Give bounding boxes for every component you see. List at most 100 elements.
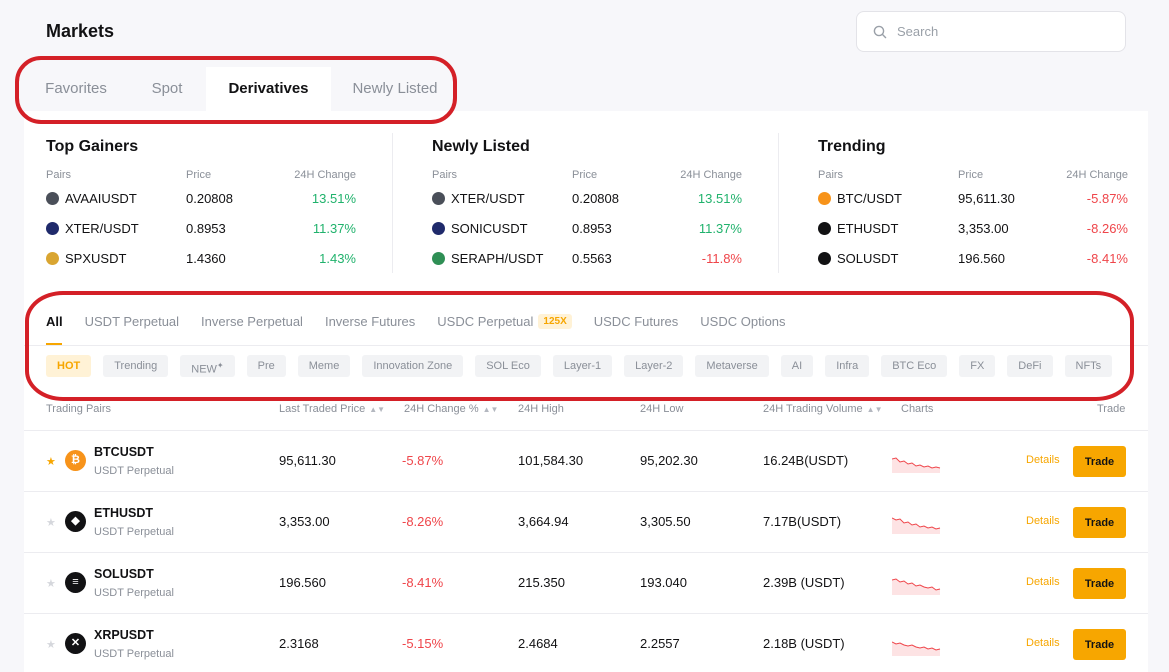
star-icon[interactable]: ★ — [46, 455, 56, 468]
list-item[interactable]: SONICUSDT 0.8953 11.37% — [432, 221, 742, 241]
chip-sol-eco[interactable]: SOL Eco — [475, 355, 541, 377]
sol-coin-icon — [818, 252, 831, 265]
change-value: 11.37% — [698, 221, 742, 236]
details-link[interactable]: Details — [1026, 515, 1060, 527]
seraph-coin-icon — [432, 252, 445, 265]
list-item[interactable]: AVAAIUSDT 0.20808 13.51% — [46, 191, 356, 211]
sort-icon: ▲▼ — [369, 405, 386, 414]
pair-name: XTER/USDT — [65, 221, 139, 236]
tab-derivatives[interactable]: Derivatives — [206, 67, 331, 111]
sort-icon: ▲▼ — [866, 405, 883, 414]
col-price-header: Price — [958, 169, 984, 181]
subtab-usdc-options[interactable]: USDC Options — [700, 311, 785, 331]
contract-type: USDT Perpetual — [94, 526, 174, 538]
chip-ai[interactable]: AI — [780, 355, 814, 377]
change-percent: -5.15% — [402, 636, 444, 651]
main-tabs: Favorites Spot Derivatives Newly Listed — [24, 67, 1148, 111]
last-price: 3,353.00 — [279, 514, 330, 529]
contract-type-tabs: All USDT Perpetual Inverse Perpetual Inv… — [46, 311, 808, 331]
chip-btc-eco[interactable]: BTC Eco — [881, 355, 948, 377]
list-item[interactable]: SERAPH/USDT 0.5563 -11.8% — [432, 251, 742, 271]
star-icon[interactable]: ★ — [46, 638, 56, 651]
details-link[interactable]: Details — [1026, 576, 1060, 588]
chip-fx[interactable]: FX — [959, 355, 996, 377]
table-row[interactable]: ★ ₿ BTCUSDT USDT Perpetual 95,611.30 -5.… — [24, 430, 1148, 491]
low-price: 95,202.30 — [640, 453, 698, 468]
col-last-traded-price[interactable]: Last Traded Price ▲▼ — [279, 403, 385, 415]
pair-cell: ETHUSDT — [818, 221, 898, 236]
star-icon[interactable]: ★ — [46, 516, 56, 529]
subtab-usdc-perpetual[interactable]: USDC Perpetual 125X — [437, 311, 572, 331]
trade-button[interactable]: Trade — [1073, 629, 1126, 660]
price-value: 0.20808 — [572, 191, 619, 206]
list-item[interactable]: ETHUSDT 3,353.00 -8.26% — [818, 221, 1128, 241]
list-item[interactable]: XTER/USDT 0.8953 11.37% — [46, 221, 356, 241]
low-price: 193.040 — [640, 575, 687, 590]
markets-panel: Top Gainers Pairs Price 24H Change AVAAIUSD… — [24, 111, 1148, 672]
col-24h-volume[interactable]: 24H Trading Volume ▲▼ — [763, 403, 883, 415]
tab-spot[interactable]: Spot — [128, 67, 206, 111]
chip-layer-2[interactable]: Layer-2 — [624, 355, 684, 377]
search-input[interactable] — [897, 24, 1107, 39]
card-title: Trending — [818, 138, 886, 155]
pair-name: SERAPH/USDT — [451, 251, 544, 266]
trade-button[interactable]: Trade — [1073, 446, 1126, 477]
change-value: 13.51% — [311, 191, 356, 206]
trading-volume: 2.18B (USDT) — [763, 636, 845, 651]
list-item[interactable]: SPXUSDT 1.4360 1.43% — [46, 251, 356, 271]
chip-nfts[interactable]: NFTs — [1064, 355, 1113, 377]
chip-meme[interactable]: Meme — [297, 355, 351, 377]
chip-new[interactable]: NEW✦ — [180, 355, 235, 377]
chip-pre[interactable]: Pre — [246, 355, 286, 377]
trade-button[interactable]: Trade — [1073, 507, 1126, 538]
col-charts: Charts — [901, 403, 934, 415]
col-24h-low: 24H Low — [640, 403, 684, 415]
chip-infra[interactable]: Infra — [825, 355, 870, 377]
chip-defi[interactable]: DeFi — [1007, 355, 1053, 377]
chip-innovation-zone[interactable]: Innovation Zone — [362, 355, 464, 377]
search-box[interactable] — [856, 11, 1126, 52]
high-price: 3,664.94 — [518, 514, 569, 529]
pair-symbol: XRPUSDT — [94, 628, 154, 642]
subtab-inverse-futures[interactable]: Inverse Futures — [325, 311, 415, 331]
trade-button[interactable]: Trade — [1073, 568, 1126, 599]
low-price: 3,305.50 — [640, 514, 691, 529]
chip-trending[interactable]: Trending — [103, 355, 169, 377]
chip-metaverse[interactable]: Metaverse — [695, 355, 769, 377]
col-pairs-header: Pairs — [46, 169, 72, 181]
subtab-usdc-futures[interactable]: USDC Futures — [594, 311, 679, 331]
table-row[interactable]: ★ ✕ XRPUSDT USDT Perpetual 2.3168 -5.15%… — [24, 613, 1148, 672]
change-value: -8.26% — [1086, 221, 1128, 236]
col-last-traded-price-label: Last Traded Price — [279, 403, 366, 415]
tab-favorites[interactable]: Favorites — [24, 67, 128, 111]
chip-hot[interactable]: HOT — [46, 355, 92, 377]
star-icon[interactable]: ★ — [46, 577, 56, 590]
table-row[interactable]: ★ ◆ ETHUSDT USDT Perpetual 3,353.00 -8.2… — [24, 491, 1148, 552]
subtab-inverse-perpetual[interactable]: Inverse Perpetual — [201, 311, 303, 331]
details-link[interactable]: Details — [1026, 637, 1060, 649]
leverage-badge: 125X — [538, 313, 572, 329]
price-value: 0.8953 — [572, 221, 612, 236]
divider — [778, 133, 779, 273]
pair-symbol: ETHUSDT — [94, 506, 154, 520]
change-value: -11.8% — [701, 251, 742, 266]
details-link[interactable]: Details — [1026, 454, 1060, 466]
pair-cell: SOLUSDT — [818, 251, 898, 266]
list-item[interactable]: SOLUSDT 196.560 -8.41% — [818, 251, 1128, 271]
tab-newly-listed[interactable]: Newly Listed — [331, 67, 459, 111]
list-item[interactable]: BTC/USDT 95,611.30 -5.87% — [818, 191, 1128, 211]
eth-coin-icon: ◆ — [65, 511, 86, 532]
pair-cell: SERAPH/USDT — [432, 251, 543, 266]
list-item[interactable]: XTER/USDT 0.20808 13.51% — [432, 191, 742, 211]
subtab-usdt-perpetual[interactable]: USDT Perpetual — [85, 311, 179, 331]
table-row[interactable]: ★ ≡ SOLUSDT USDT Perpetual 196.560 -8.41… — [24, 552, 1148, 613]
contract-type: USDT Perpetual — [94, 648, 174, 660]
subtab-all[interactable]: All — [46, 311, 63, 331]
trading-volume: 16.24B(USDT) — [763, 453, 849, 468]
chip-layer-1[interactable]: Layer-1 — [552, 355, 613, 377]
price-value: 0.5563 — [572, 251, 612, 266]
price-value: 0.20808 — [186, 191, 233, 206]
col-trading-pairs: Trading Pairs — [46, 403, 112, 415]
col-24h-change[interactable]: 24H Change % ▲▼ — [404, 403, 498, 415]
divider — [24, 345, 1148, 346]
